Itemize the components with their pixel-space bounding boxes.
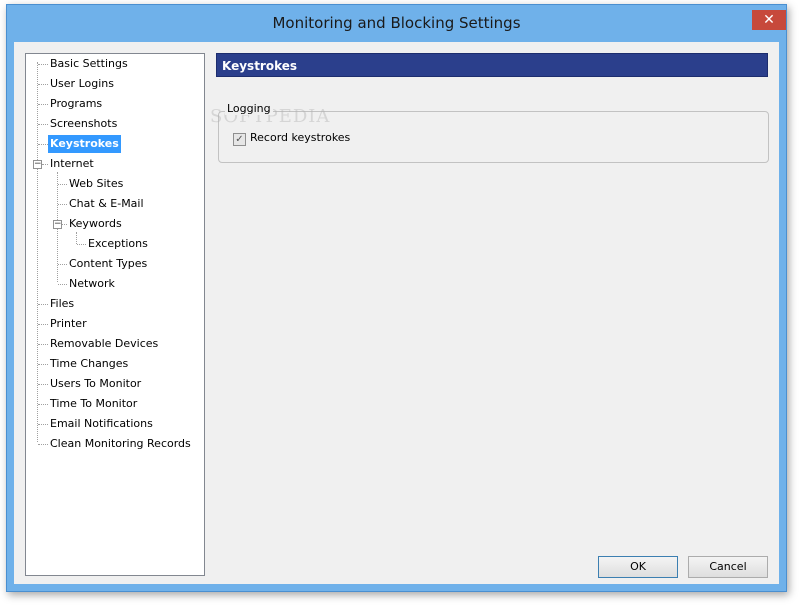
cancel-button[interactable]: Cancel: [688, 556, 768, 578]
tree-line: [38, 384, 48, 385]
tree-item-users-to-monitor[interactable]: Users To Monitor: [48, 375, 143, 393]
dialog-client-area: − − Basic Settings User Logins Programs …: [14, 42, 779, 584]
window-title: Monitoring and Blocking Settings: [272, 14, 521, 32]
tree-line: [38, 424, 48, 425]
tree-line: [38, 104, 48, 105]
tree-item-printer[interactable]: Printer: [48, 315, 89, 333]
record-keystrokes-label[interactable]: Record keystrokes: [250, 131, 350, 144]
tree-line: [38, 124, 48, 125]
record-keystrokes-checkbox[interactable]: ✓: [233, 133, 246, 146]
close-button[interactable]: ✕: [752, 10, 786, 30]
section-header: Keystrokes: [216, 53, 768, 77]
tree-item-files[interactable]: Files: [48, 295, 76, 313]
tree-item-exceptions[interactable]: Exceptions: [86, 235, 150, 253]
tree-item-time-to-monitor[interactable]: Time To Monitor: [48, 395, 139, 413]
tree-line: [38, 84, 48, 85]
tree-line: [58, 204, 67, 205]
tree-line: [38, 304, 48, 305]
ok-button[interactable]: OK: [598, 556, 678, 578]
tree-line: [58, 184, 67, 185]
tree-item-chat-email[interactable]: Chat & E-Mail: [67, 195, 146, 213]
tree-item-screenshots[interactable]: Screenshots: [48, 115, 119, 133]
tree-item-removable-devices[interactable]: Removable Devices: [48, 335, 160, 353]
title-bar[interactable]: Monitoring and Blocking Settings ✕: [7, 5, 786, 39]
tree-item-internet[interactable]: Internet: [48, 155, 96, 173]
tree-item-keystrokes[interactable]: Keystrokes: [48, 135, 121, 153]
tree-line: [37, 62, 38, 442]
tree-item-user-logins[interactable]: User Logins: [48, 75, 116, 93]
collapse-internet-icon[interactable]: −: [33, 160, 42, 169]
tree-line: [38, 444, 48, 445]
tree-item-content-types[interactable]: Content Types: [67, 255, 149, 273]
settings-tree[interactable]: − − Basic Settings User Logins Programs …: [25, 53, 205, 576]
tree-line: [38, 364, 48, 365]
tree-line: [58, 284, 67, 285]
settings-window: Monitoring and Blocking Settings ✕ − − B…: [6, 4, 787, 592]
tree-item-web-sites[interactable]: Web Sites: [67, 175, 125, 193]
tree-item-clean-monitoring-records[interactable]: Clean Monitoring Records: [48, 435, 193, 453]
tree-line: [38, 404, 48, 405]
tree-line: [38, 324, 48, 325]
tree-line: [38, 344, 48, 345]
tree-item-time-changes[interactable]: Time Changes: [48, 355, 130, 373]
tree-item-network[interactable]: Network: [67, 275, 117, 293]
tree-line: [77, 244, 86, 245]
tree-line: [76, 232, 77, 244]
tree-item-programs[interactable]: Programs: [48, 95, 104, 113]
tree-line: [58, 264, 67, 265]
checkmark-icon: ✓: [235, 134, 244, 145]
tree-line: [38, 144, 48, 145]
tree-item-email-notifications[interactable]: Email Notifications: [48, 415, 155, 433]
tree-item-keywords[interactable]: Keywords: [67, 215, 124, 233]
tree-item-basic-settings[interactable]: Basic Settings: [48, 55, 130, 73]
tree-line: [38, 64, 48, 65]
collapse-keywords-icon[interactable]: −: [53, 220, 62, 229]
close-icon: ✕: [763, 12, 775, 28]
logging-group-label: Logging: [225, 102, 273, 115]
